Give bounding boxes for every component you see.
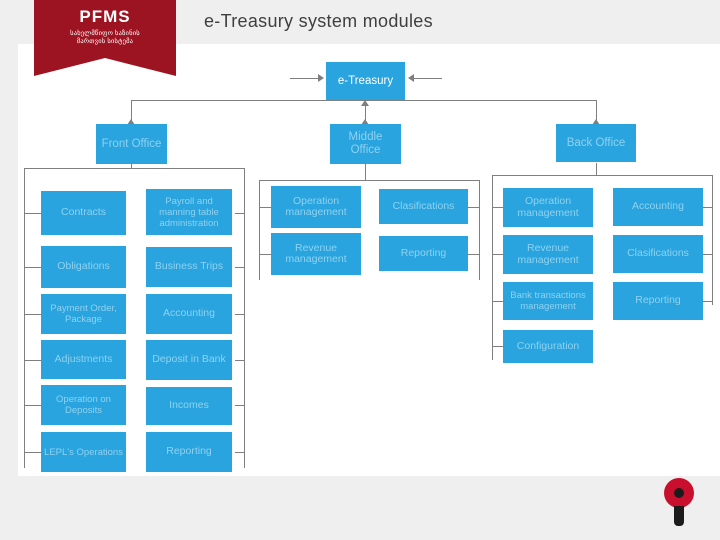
node-back-configuration[interactable]: Configuration bbox=[503, 330, 593, 363]
node-middle-operation-management[interactable]: Operation management bbox=[271, 186, 361, 228]
connector-root-left-arm bbox=[290, 78, 320, 79]
emblem-dot-icon bbox=[674, 488, 684, 498]
arrow-root-left-in bbox=[318, 74, 324, 82]
bottom-band bbox=[0, 476, 720, 540]
national-emblem bbox=[662, 478, 702, 532]
emblem-stem-icon bbox=[674, 506, 684, 526]
connector-back-right-spine bbox=[712, 175, 713, 305]
node-back-reporting[interactable]: Reporting bbox=[613, 282, 703, 320]
node-back-accounting[interactable]: Accounting bbox=[613, 188, 703, 226]
connector-front-c2r5 bbox=[235, 405, 245, 406]
connector-back-left-spine bbox=[492, 175, 493, 360]
node-back-clasifications[interactable]: Clasifications bbox=[613, 235, 703, 273]
left-band bbox=[0, 44, 18, 476]
connector-middle-top-bus bbox=[259, 180, 479, 181]
connector-back-r1 bbox=[492, 207, 503, 208]
node-front-lepl-operations[interactable]: LEPL's Operations bbox=[41, 432, 126, 472]
node-back-revenue-management[interactable]: Revenue management bbox=[503, 235, 593, 274]
node-back-operation-management[interactable]: Operation management bbox=[503, 188, 593, 227]
node-back-bank-transactions-management[interactable]: Bank transactions management bbox=[503, 282, 593, 320]
node-front-payment-order-package[interactable]: Payment Order, Package bbox=[41, 294, 126, 334]
connector-back-r4 bbox=[492, 346, 503, 347]
node-front-deposit-in-bank[interactable]: Deposit in Bank bbox=[146, 340, 232, 380]
node-front-adjustments[interactable]: Adjustments bbox=[41, 340, 126, 379]
node-front-office[interactable]: Front Office bbox=[96, 124, 167, 164]
connector-middle-office-down bbox=[365, 163, 366, 181]
connector-front-c2r4 bbox=[235, 360, 245, 361]
node-front-payroll-manning-table[interactable]: Payroll and manning table administration bbox=[146, 189, 232, 235]
connector-front-r2 bbox=[24, 267, 42, 268]
logo-subtitle-line2: მართვის სისტემა bbox=[76, 38, 134, 45]
connector-middle-r1 bbox=[259, 207, 271, 208]
connector-back-r3 bbox=[492, 301, 503, 302]
connector-front-r1 bbox=[24, 213, 42, 214]
slide-canvas: PFMS სახელმწიფო ხაზინის მართვის სისტემა … bbox=[0, 0, 720, 540]
connector-middle-r2 bbox=[259, 254, 271, 255]
connector-back-c2r1 bbox=[703, 207, 713, 208]
connector-middle-left-spine bbox=[259, 180, 260, 280]
node-front-incomes[interactable]: Incomes bbox=[146, 387, 232, 425]
node-front-operation-on-deposits[interactable]: Operation on Deposits bbox=[41, 385, 126, 425]
logo-subtitle-line1: სახელმწიფო ხაზინის bbox=[70, 30, 140, 37]
node-front-business-trips[interactable]: Business Trips bbox=[146, 247, 232, 287]
node-front-contracts[interactable]: Contracts bbox=[41, 191, 126, 235]
node-middle-reporting[interactable]: Reporting bbox=[379, 236, 468, 271]
arrow-root-right-in bbox=[408, 74, 414, 82]
node-middle-office[interactable]: Middle Office bbox=[330, 124, 401, 164]
connector-middle-c2r1 bbox=[468, 207, 480, 208]
connector-front-c2r6 bbox=[235, 452, 245, 453]
connector-back-c2r3 bbox=[703, 301, 713, 302]
connector-front-r4 bbox=[24, 360, 42, 361]
node-middle-revenue-management[interactable]: Revenue management bbox=[271, 233, 361, 275]
node-middle-clasifications[interactable]: Clasifications bbox=[379, 189, 468, 224]
connector-front-c2r1 bbox=[235, 213, 245, 214]
node-front-reporting[interactable]: Reporting bbox=[146, 432, 232, 472]
connector-middle-c2r2 bbox=[468, 254, 480, 255]
connector-back-office-down bbox=[596, 163, 597, 176]
connector-front-c2r3 bbox=[235, 314, 245, 315]
arrow-into-root bbox=[361, 100, 369, 106]
node-front-obligations[interactable]: Obligations bbox=[41, 246, 126, 288]
page-title: e-Treasury system modules bbox=[204, 11, 433, 31]
connector-back-top-bus bbox=[492, 175, 712, 176]
logo-title: PFMS bbox=[79, 7, 131, 26]
connector-middle-right-spine bbox=[479, 180, 480, 280]
connector-front-c2r2 bbox=[235, 267, 245, 268]
connector-front-top-bus bbox=[24, 168, 244, 169]
connector-back-c2r2 bbox=[703, 254, 713, 255]
connector-back-r2 bbox=[492, 254, 503, 255]
node-back-office[interactable]: Back Office bbox=[556, 124, 636, 162]
connector-root-right-arm bbox=[412, 78, 442, 79]
connector-front-r3 bbox=[24, 314, 42, 315]
connector-front-r6 bbox=[24, 452, 42, 453]
connector-front-r5 bbox=[24, 405, 42, 406]
node-front-accounting[interactable]: Accounting bbox=[146, 294, 232, 334]
node-e-treasury[interactable]: e-Treasury bbox=[326, 62, 405, 100]
pfms-logo: PFMS სახელმწიფო ხაზინის მართვის სისტემა bbox=[34, 0, 176, 76]
